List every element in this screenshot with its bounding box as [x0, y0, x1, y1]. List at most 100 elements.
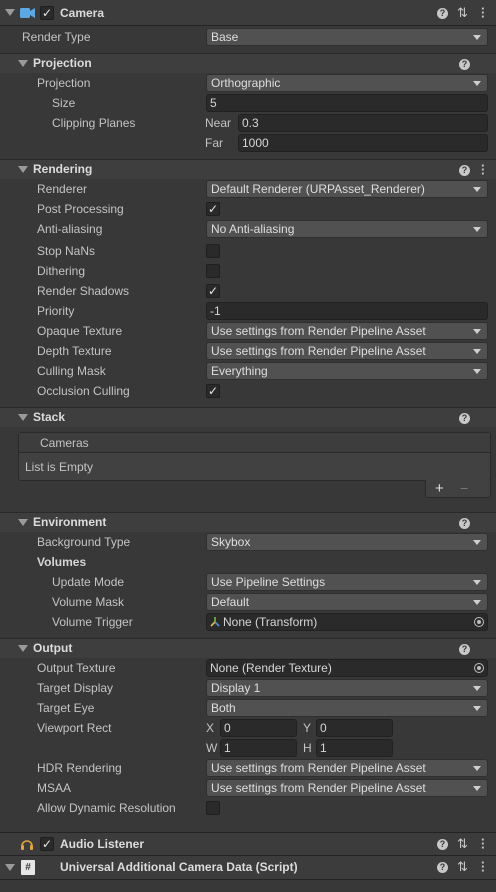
- volume-mask-label: Volume Mask: [52, 595, 125, 609]
- anti-aliasing-dropdown[interactable]: No Anti-aliasing: [206, 220, 488, 238]
- rendering-section-header[interactable]: Rendering ? · · ·: [0, 159, 496, 180]
- rendering-menu-icon[interactable]: · · ·: [481, 159, 485, 180]
- depth-texture-value: Use settings from Render Pipeline Asset: [211, 344, 426, 358]
- render-shadows-checkbox[interactable]: ✓: [206, 284, 220, 298]
- object-picker-icon[interactable]: [474, 663, 484, 673]
- output-texture-field[interactable]: None (Render Texture): [206, 659, 488, 677]
- render-type-value: Base: [211, 30, 239, 44]
- occlusion-culling-checkbox[interactable]: ✓: [206, 384, 220, 398]
- chevron-down-icon: [473, 81, 481, 86]
- volume-trigger-label: Volume Trigger: [52, 615, 133, 629]
- culling-mask-dropdown[interactable]: Everything: [206, 362, 488, 380]
- chevron-down-icon: [473, 35, 481, 40]
- remove-camera-button[interactable]: −: [460, 478, 468, 498]
- msaa-dropdown[interactable]: Use settings from Render Pipeline Asset: [206, 779, 488, 797]
- target-eye-dropdown[interactable]: Both: [206, 699, 488, 717]
- output-section-header[interactable]: Output ?: [0, 638, 496, 658]
- projection-dropdown[interactable]: Orthographic: [206, 74, 488, 92]
- environment-help-icon[interactable]: ?: [459, 518, 470, 529]
- audio-listener-menu-icon[interactable]: · · ·: [481, 833, 485, 854]
- chevron-down-icon: [473, 329, 481, 334]
- script-icon: #: [21, 860, 35, 875]
- hdr-rendering-value: Use settings from Render Pipeline Asset: [211, 761, 426, 775]
- output-help-icon[interactable]: ?: [459, 644, 470, 655]
- background-type-dropdown[interactable]: Skybox: [206, 533, 488, 551]
- output-texture-label: Output Texture: [37, 661, 116, 675]
- chevron-down-icon: [473, 600, 481, 605]
- allow-dynamic-resolution-label: Allow Dynamic Resolution: [37, 801, 176, 815]
- renderer-dropdown[interactable]: Default Renderer (URPAsset_Renderer): [206, 180, 488, 198]
- projection-foldout-arrow[interactable]: [18, 60, 28, 67]
- allow-dynamic-resolution-checkbox[interactable]: [206, 801, 220, 815]
- hdr-rendering-label: HDR Rendering: [37, 761, 122, 775]
- additional-camera-data-component-header[interactable]: # Universal Additional Camera Data (Scri…: [0, 856, 496, 880]
- projection-value: Orthographic: [211, 76, 281, 90]
- post-processing-label: Post Processing: [37, 202, 124, 216]
- target-display-value: Display 1: [211, 681, 261, 695]
- rendering-foldout-arrow[interactable]: [18, 166, 28, 173]
- opaque-texture-label: Opaque Texture: [37, 324, 123, 338]
- environment-section-header[interactable]: Environment ?: [0, 512, 496, 532]
- depth-texture-dropdown[interactable]: Use settings from Render Pipeline Asset: [206, 342, 488, 360]
- environment-foldout-arrow[interactable]: [18, 519, 28, 526]
- anti-aliasing-value: No Anti-aliasing: [211, 222, 295, 236]
- chevron-down-icon: [473, 686, 481, 691]
- audio-listener-title: Audio Listener: [60, 837, 145, 851]
- stop-nans-checkbox[interactable]: [206, 244, 220, 258]
- stack-help-icon[interactable]: ?: [459, 413, 470, 424]
- anti-aliasing-label: Anti-aliasing: [37, 222, 103, 236]
- stack-section-header[interactable]: Stack ?: [0, 407, 496, 427]
- volume-trigger-field[interactable]: None (Transform): [206, 613, 488, 631]
- camera-help-icon[interactable]: ?: [437, 8, 448, 19]
- projection-label: Projection: [37, 76, 91, 90]
- size-field[interactable]: 5: [206, 94, 488, 112]
- post-processing-checkbox[interactable]: ✓: [206, 202, 220, 216]
- viewport-h-field[interactable]: 1: [316, 739, 393, 757]
- audio-listener-component-header[interactable]: ✓ Audio Listener ? ⇅ · · ·: [0, 832, 496, 856]
- projection-help-icon[interactable]: ?: [459, 59, 470, 70]
- priority-field[interactable]: -1: [206, 302, 488, 320]
- viewport-y-field[interactable]: 0: [316, 719, 393, 737]
- target-display-dropdown[interactable]: Display 1: [206, 679, 488, 697]
- additional-data-presets-icon[interactable]: ⇅: [457, 860, 468, 873]
- additional-data-help-icon[interactable]: ?: [437, 862, 448, 873]
- hdr-rendering-dropdown[interactable]: Use settings from Render Pipeline Asset: [206, 759, 488, 777]
- dithering-checkbox[interactable]: [206, 264, 220, 278]
- audio-listener-presets-icon[interactable]: ⇅: [457, 837, 468, 850]
- additional-data-menu-icon[interactable]: · · ·: [481, 856, 485, 877]
- viewport-x-label: X: [206, 721, 215, 735]
- volumes-label: Volumes: [37, 555, 87, 569]
- opaque-texture-dropdown[interactable]: Use settings from Render Pipeline Asset: [206, 322, 488, 340]
- volume-mask-dropdown[interactable]: Default: [206, 593, 488, 611]
- chevron-down-icon: [473, 580, 481, 585]
- renderer-value: Default Renderer (URPAsset_Renderer): [211, 182, 425, 196]
- camera-menu-icon[interactable]: · · ·: [481, 2, 485, 23]
- background-type-value: Skybox: [211, 535, 251, 549]
- culling-mask-value: Everything: [211, 364, 268, 378]
- opaque-texture-value: Use settings from Render Pipeline Asset: [211, 324, 426, 338]
- update-mode-dropdown[interactable]: Use Pipeline Settings: [206, 573, 488, 591]
- far-field[interactable]: 1000: [238, 134, 488, 152]
- chevron-down-icon: [473, 349, 481, 354]
- near-field[interactable]: 0.3: [238, 114, 488, 132]
- render-type-dropdown[interactable]: Base: [206, 28, 488, 46]
- camera-icon: [20, 8, 35, 18]
- viewport-x-field[interactable]: 0: [220, 719, 297, 737]
- camera-enabled-checkbox[interactable]: ✓: [40, 6, 54, 20]
- camera-presets-icon[interactable]: ⇅: [457, 6, 468, 19]
- camera-component-header[interactable]: ✓ Camera ? ⇅ · · ·: [0, 0, 496, 26]
- environment-section-title: Environment: [33, 515, 107, 529]
- camera-foldout-arrow[interactable]: [5, 9, 15, 16]
- viewport-w-field[interactable]: 1: [220, 739, 297, 757]
- audio-listener-enabled-checkbox[interactable]: ✓: [40, 837, 54, 851]
- audio-listener-help-icon[interactable]: ?: [437, 839, 448, 850]
- stack-foldout-arrow[interactable]: [18, 414, 28, 421]
- cameras-list-title: Cameras: [40, 436, 89, 450]
- output-foldout-arrow[interactable]: [18, 645, 28, 652]
- rendering-help-icon[interactable]: ?: [459, 165, 470, 176]
- additional-data-foldout-arrow[interactable]: [5, 864, 15, 871]
- add-camera-button[interactable]: +: [435, 479, 444, 499]
- object-picker-icon[interactable]: [474, 617, 484, 627]
- projection-section-header[interactable]: Projection ?: [0, 53, 496, 73]
- output-texture-value: None (Render Texture): [210, 661, 332, 675]
